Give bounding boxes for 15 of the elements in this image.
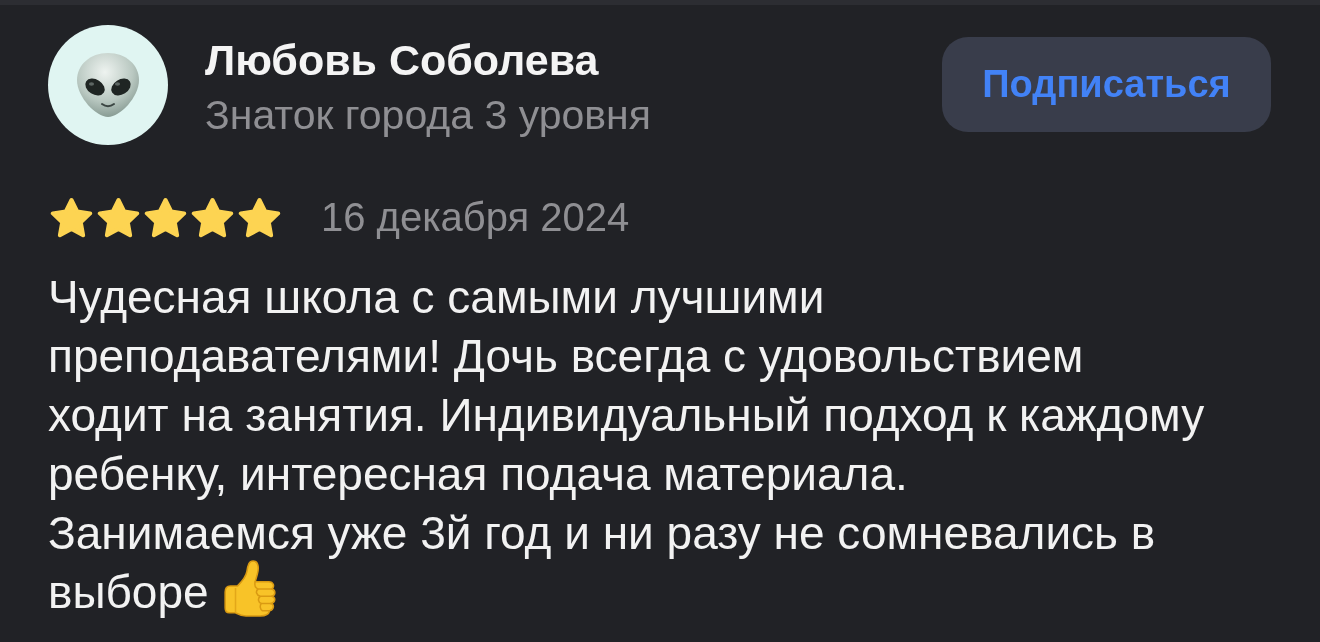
review-text: выборе — [48, 565, 209, 620]
star-icon — [191, 196, 234, 238]
star-icon — [144, 196, 187, 238]
review-text: Занимаемся уже 3й год и ни разу не сомневались в — [48, 506, 1156, 561]
review-date: 16 декабря 2024 — [321, 194, 630, 240]
review-text: Чудесная школа с самыми лучшими — [48, 270, 825, 325]
review-text: преподавателями! Дочь всегда с удовольствием — [48, 329, 1084, 384]
author-rank: Знаток города 3 уровня — [205, 92, 651, 138]
star-icon — [50, 196, 93, 238]
star-icon — [238, 196, 281, 238]
review-text: ребенку, интересная подача материала. — [48, 447, 908, 502]
review-text: ходит на занятия. Индивидуальный подход к каждому — [48, 388, 1205, 443]
star-icon — [97, 196, 140, 238]
alien-icon — [76, 52, 140, 118]
author-name[interactable]: Любовь Соболева — [205, 35, 651, 85]
